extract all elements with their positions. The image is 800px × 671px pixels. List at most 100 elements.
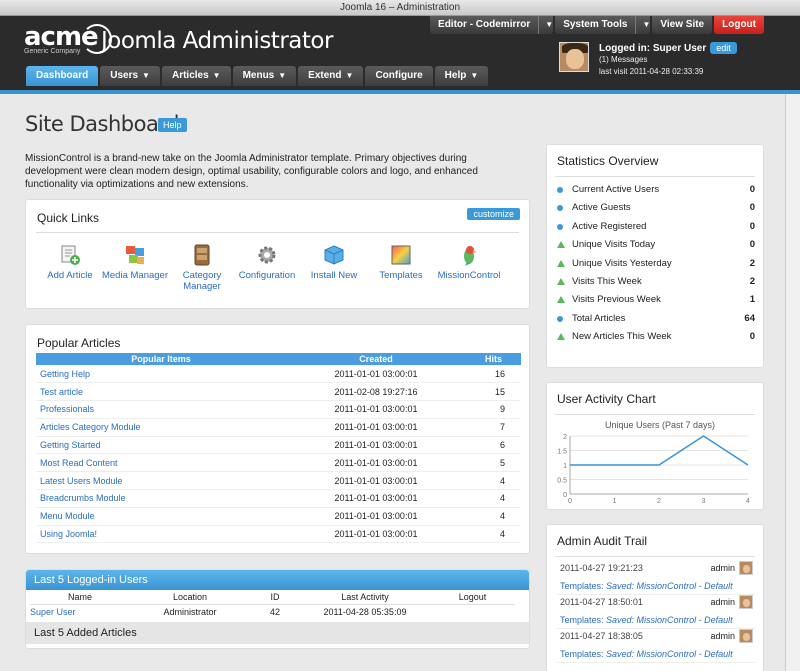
article-link[interactable]: Using Joomla! [36,525,286,544]
logout-button[interactable]: Logout [714,16,764,34]
main-content: Site Dashboard Help MissionControl is a … [0,94,785,671]
gear-icon [256,244,278,266]
column-header: Created [286,353,466,365]
x-tick-label: 0 [568,498,572,505]
triangle-icon [557,296,565,304]
last-users-title[interactable]: Last 5 Logged-in Users [26,570,529,590]
nav-menus[interactable]: Menus ▼ [232,66,297,86]
chevron-down-icon[interactable]: ▼ [538,16,553,34]
quick-link-templates[interactable]: Templates [366,244,436,281]
popular-articles-table: Popular Items Created Hits Getting Help 2… [36,353,521,544]
nav-users[interactable]: Users ▼ [100,66,160,86]
audit-description[interactable]: Templates: Saved: MissionControl - Defau… [560,615,733,625]
stat-value: 0 [749,220,755,232]
quick-link-install-new[interactable]: Install New [299,244,369,281]
last-visit: last visit 2011-04-28 02:33:39 [599,67,704,76]
column-header: ID [250,590,300,605]
quick-link-missioncontrol[interactable]: MissionControl [434,244,504,281]
chevron-down-icon[interactable]: ▼ [635,16,650,34]
stat-row: Unique Visits Yesterday 2 [557,255,755,273]
chevron-down-icon: ▼ [212,71,221,80]
table-row: Articles Category Module 2011-01-01 03:00… [36,418,521,437]
article-link[interactable]: Articles Category Module [36,418,286,437]
help-button[interactable]: Help [158,118,187,132]
table-row: Latest Users Module 2011-01-01 03:00:01 4 [36,471,521,491]
stat-label: Current Active Users [572,184,660,195]
stat-label: Total Articles [572,312,626,324]
nav-configure[interactable]: Configure [365,66,433,86]
y-tick-label: 1 [563,463,567,470]
acme-logo: acme Generic Company [24,24,112,55]
last-added-articles-title[interactable]: Last 5 Added Articles [26,622,529,644]
audit-link[interactable]: Saved: MissionControl - Default [606,615,733,625]
table-row: Menu Module 2011-01-01 03:00:01 4 [36,507,521,526]
article-link[interactable]: Menu Module [36,507,286,526]
audit-prefix: Templates: [560,649,607,659]
column-header: Logout [430,590,515,605]
audit-description[interactable]: Templates: Saved: MissionControl - Defau… [560,581,733,591]
statistics-panel: Statistics Overview Current Active Users… [546,144,764,368]
editor-dropdown[interactable]: Editor - Codemirror ▼ [430,16,554,34]
view-site-button[interactable]: View Site [652,16,713,34]
nav-help[interactable]: Help ▼ [434,66,489,86]
audit-time: 2011-04-27 19:21:23 [560,563,643,573]
system-tools-dropdown[interactable]: System Tools ▼ [555,16,651,34]
article-link[interactable]: Test article [36,382,286,402]
y-tick-label: 0.5 [557,478,567,485]
article-link[interactable]: Breadcrumbs Module [36,489,286,508]
article-link[interactable]: Professionals [36,400,286,419]
table-row: Test article 2011-02-08 19:27:16 15 [36,382,521,402]
dot-icon [557,205,563,212]
quick-link-category-manager[interactable]: Category Manager [167,244,237,292]
audit-row: 2011-04-27 19:21:23 admin Templates: Saved… [557,559,755,595]
column-header: Last Activity [300,590,430,605]
table-row: Super User Administrator 42 2011-04-28 0… [30,604,515,620]
stat-value: 2 [749,276,755,287]
nav-dashboard[interactable]: Dashboard [26,66,99,86]
avatar[interactable] [559,42,589,72]
audit-link[interactable]: Saved: MissionControl - Default [606,649,733,659]
nav-articles[interactable]: Articles ▼ [161,66,231,86]
y-tick-label: 1.5 [557,449,567,456]
audit-time: 2011-04-27 18:38:05 [560,631,643,641]
quick-links-panel: Quick Links customize Add Article Media … [25,199,530,309]
dot-icon [557,187,563,193]
audit-link[interactable]: Saved: MissionControl - Default [606,581,733,591]
quick-link-configuration[interactable]: Configuration [232,244,302,281]
audit-user: admin [710,597,735,607]
popular-articles-panel: Popular Articles Popular Items Created H… [25,324,530,554]
chart-title: Unique Users (Past 7 days) [605,420,715,430]
stat-value: 0 [749,184,755,195]
edit-profile-button[interactable]: edit [710,42,737,54]
avatar [739,561,753,575]
article-link[interactable]: Most Read Content [36,453,286,473]
vertical-scrollbar[interactable] [785,94,800,671]
logged-in-user: Logged in: Super User [599,43,707,54]
column-header: Location [130,590,250,605]
stat-row: Visits This Week 2 [557,273,755,291]
table-row: Using Joomla! 2011-01-01 03:00:01 4 [36,525,521,544]
top-toolbar: Editor - Codemirror ▼ System Tools ▼ Vie… [430,16,764,34]
quick-link-add-article[interactable]: Add Article [35,244,105,281]
avatar [739,595,753,609]
stat-value: 0 [749,202,755,214]
article-link[interactable]: Getting Started [36,436,286,455]
messages-link[interactable]: (1) Messages [599,54,737,66]
install-box-icon [323,244,345,266]
stat-value: 0 [749,331,755,343]
customize-button[interactable]: customize [467,208,520,220]
y-tick-label: 0 [563,492,567,499]
nav-extend[interactable]: Extend ▼ [298,66,364,86]
quick-link-media-manager[interactable]: Media Manager [100,244,170,281]
stat-value: 0 [749,239,755,251]
user-link[interactable]: Super User [30,604,130,620]
audit-description[interactable]: Templates: Saved: MissionControl - Defau… [560,649,733,659]
article-link[interactable]: Latest Users Module [36,471,286,491]
stat-row: Total Articles 64 [557,310,755,328]
article-link[interactable]: Getting Help [36,365,286,384]
stat-value: 64 [744,312,755,324]
chevron-down-icon: ▼ [345,71,354,80]
table-row: Getting Started 2011-01-01 03:00:01 6 [36,436,521,455]
triangle-icon [557,241,565,249]
stat-row: Current Active Users 0 [557,181,755,199]
